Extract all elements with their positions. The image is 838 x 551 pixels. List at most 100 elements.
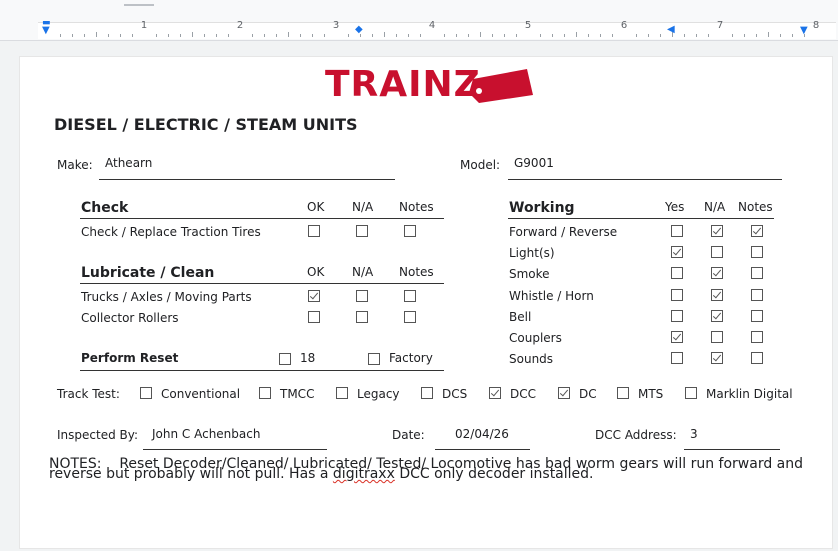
perform-reset-label: Perform Reset: [81, 351, 179, 365]
check-col-na: N/A: [352, 200, 374, 214]
ruler-tick: [708, 34, 709, 37]
right-indent-marker[interactable]: ▼: [800, 26, 808, 36]
tab-stop-center[interactable]: ◆: [355, 25, 363, 35]
working-yes-checkbox[interactable]: [671, 246, 683, 258]
track-test-conventional-checkbox[interactable]: [140, 387, 152, 399]
rollers-na-checkbox[interactable]: [356, 311, 368, 323]
working-notes-checkbox[interactable]: [751, 267, 763, 279]
model-label: Model:: [460, 158, 501, 172]
track-test-option-label: Conventional: [161, 387, 241, 401]
misspelled-word[interactable]: digitraxx: [333, 466, 395, 482]
working-yes-checkbox[interactable]: [671, 225, 683, 237]
track-test-legacy-checkbox[interactable]: [336, 387, 348, 399]
lubricate-row-label: Trucks / Axles / Moving Parts: [81, 290, 252, 304]
lubricate-row-label: Collector Rollers: [81, 311, 179, 325]
ruler-tick: [348, 34, 349, 37]
make-underline: [99, 179, 395, 180]
track-test-tmcc-checkbox[interactable]: [259, 387, 271, 399]
document-page[interactable]: TRAINZ DIESEL / ELECTRIC / STEAM UNITS M…: [19, 56, 833, 549]
tab-stop-left[interactable]: ◀: [667, 25, 675, 35]
rollers-notes-checkbox[interactable]: [404, 311, 416, 323]
ruler-tick: [600, 34, 601, 37]
model-value[interactable]: G9001: [514, 156, 554, 170]
lubricate-col-notes: Notes: [399, 265, 434, 279]
working-notes-checkbox[interactable]: [751, 352, 763, 364]
working-notes-checkbox[interactable]: [751, 246, 763, 258]
working-yes-checkbox[interactable]: [671, 310, 683, 322]
ruler-tick: [120, 34, 121, 37]
ruler-tick: [132, 34, 133, 37]
left-margin-marker[interactable]: ▬: [42, 18, 51, 28]
rollers-ok-checkbox[interactable]: [308, 311, 320, 323]
inspected-by-label: Inspected By:: [57, 428, 139, 442]
working-row-label: Smoke: [509, 267, 550, 281]
check-col-notes: Notes: [399, 200, 434, 214]
working-yes-checkbox[interactable]: [671, 289, 683, 301]
working-row-label: Couplers: [509, 331, 562, 345]
lubricate-col-ok: OK: [307, 265, 325, 279]
track-test-mts-checkbox[interactable]: [617, 387, 629, 399]
reset-factory-checkbox[interactable]: [368, 353, 380, 365]
reset-rule: [80, 370, 444, 371]
track-test-option-label: TMCC: [280, 387, 315, 401]
working-notes-checkbox[interactable]: [751, 225, 763, 237]
track-test-dc-checkbox[interactable]: [558, 387, 570, 399]
track-test-marklin-digital-checkbox[interactable]: [685, 387, 697, 399]
track-test-option-label: Marklin Digital: [706, 387, 793, 401]
working-notes-checkbox[interactable]: [751, 331, 763, 343]
ruler-tick: [228, 34, 229, 37]
check-tires-notes-checkbox[interactable]: [404, 225, 416, 237]
ruler-number: 6: [620, 20, 628, 31]
horizontal-ruler[interactable]: ▼ ▬ ◆ ◀ ▼ 12345678: [0, 0, 838, 41]
ruler-tick: [324, 34, 325, 37]
ruler-tick: [420, 34, 421, 37]
ruler-tick: [180, 34, 181, 37]
track-test-option-label: DC: [579, 387, 597, 401]
dcc-address-underline: [684, 449, 780, 450]
check-heading: Check: [81, 200, 129, 216]
inspected-by-value[interactable]: John C Achenbach: [152, 427, 260, 441]
ruler-tick: [408, 34, 409, 37]
check-row-label: Check / Replace Traction Tires: [81, 225, 261, 239]
track-test-dcs-checkbox[interactable]: [421, 387, 433, 399]
working-notes-checkbox[interactable]: [751, 310, 763, 322]
ruler-tick: [96, 32, 97, 37]
trucks-ok-checkbox[interactable]: [308, 290, 320, 302]
ruler-tick: [300, 34, 301, 37]
date-underline: [435, 449, 530, 450]
check-tires-na-checkbox[interactable]: [356, 225, 368, 237]
date-value[interactable]: 02/04/26: [455, 427, 509, 441]
working-yes-checkbox[interactable]: [671, 267, 683, 279]
reset-factory-label: Factory: [389, 351, 433, 365]
trucks-notes-checkbox[interactable]: [404, 290, 416, 302]
notes-paragraph[interactable]: NOTES: Reset Decoder/Cleaned/ Lubricated…: [49, 457, 809, 482]
ruler-tick: [384, 32, 385, 37]
lubricate-heading: Lubricate / Clean: [81, 265, 215, 281]
trucks-na-checkbox[interactable]: [356, 290, 368, 302]
working-col-yes: Yes: [665, 200, 685, 214]
working-na-checkbox[interactable]: [711, 246, 723, 258]
ruler-tick: [312, 34, 313, 37]
ruler-tick: [744, 34, 745, 37]
ruler-tick: [648, 34, 649, 37]
ruler-tick: [108, 34, 109, 37]
ruler-tick: [780, 34, 781, 37]
working-na-checkbox[interactable]: [711, 225, 723, 237]
working-heading-rule: [508, 218, 774, 219]
working-na-checkbox[interactable]: [711, 267, 723, 279]
check-tires-ok-checkbox[interactable]: [308, 225, 320, 237]
ruler-tick: [552, 34, 553, 37]
make-value[interactable]: Athearn: [105, 156, 152, 170]
dcc-address-value[interactable]: 3: [690, 427, 698, 441]
working-na-checkbox[interactable]: [711, 352, 723, 364]
working-yes-checkbox[interactable]: [671, 331, 683, 343]
working-yes-checkbox[interactable]: [671, 352, 683, 364]
ruler-tick: [696, 34, 697, 37]
reset-18-checkbox[interactable]: [279, 353, 291, 365]
track-test-dcc-checkbox[interactable]: [489, 387, 501, 399]
working-na-checkbox[interactable]: [711, 289, 723, 301]
working-notes-checkbox[interactable]: [751, 289, 763, 301]
working-na-checkbox[interactable]: [711, 331, 723, 343]
working-na-checkbox[interactable]: [711, 310, 723, 322]
ruler-tick: [660, 34, 661, 37]
